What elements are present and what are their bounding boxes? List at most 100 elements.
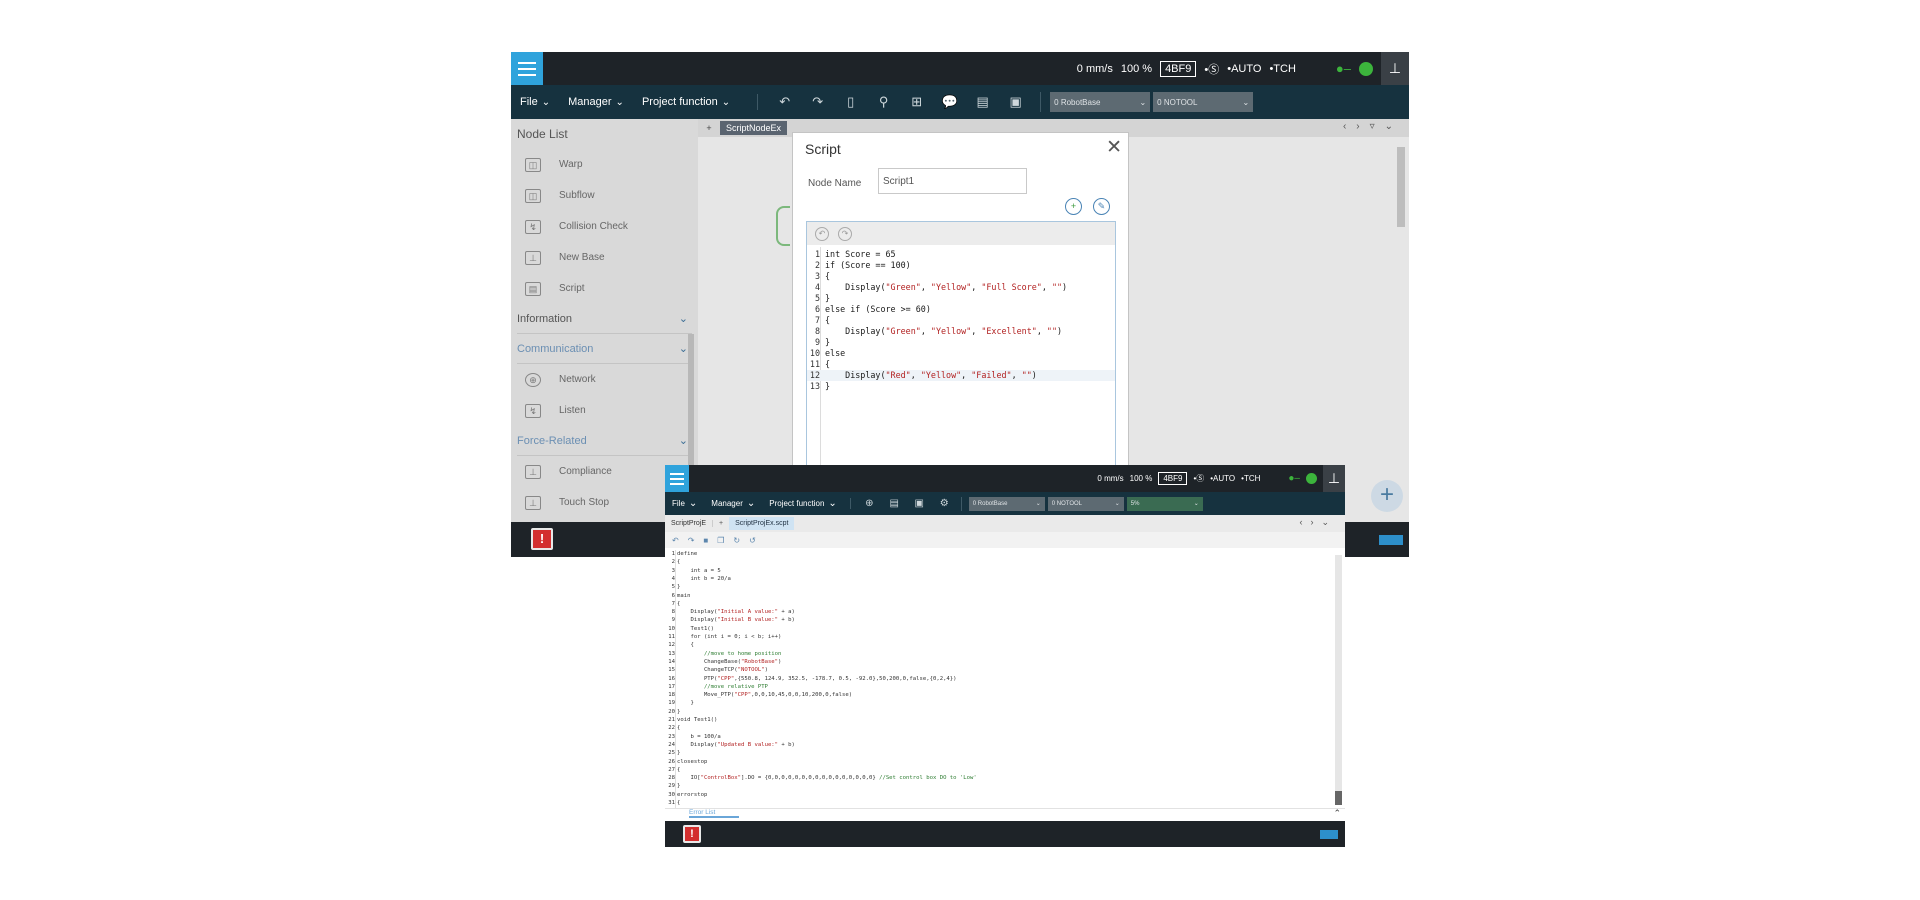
error-list-tab[interactable]: Error List	[689, 809, 739, 818]
outdent-icon[interactable]: ↺	[749, 536, 756, 545]
code-line[interactable]: 7{	[807, 315, 1115, 326]
code-line[interactable]: 13}	[807, 381, 1115, 392]
search-icon[interactable]: ⚲	[867, 94, 900, 110]
manager-menu[interactable]: Manager ⌄	[704, 498, 762, 509]
tab-script-proj-file[interactable]: ScriptProjEx.scpt	[729, 517, 795, 530]
node-item-listen[interactable]: ↯ Listen	[511, 395, 698, 426]
section-force-related[interactable]: Force-Related ⌄	[517, 426, 692, 456]
code-line[interactable]: 24 Display("Updated B value:" + b)	[665, 741, 1331, 749]
eraser-icon[interactable]: ▯	[834, 94, 867, 110]
add-tab-icon[interactable]: +	[698, 123, 720, 133]
code-line[interactable]: 3 int a = 5	[665, 567, 1331, 575]
target-icon[interactable]: ⊕	[857, 498, 882, 509]
speed-dropdown[interactable]: 5% ⌄	[1126, 496, 1203, 511]
code-line[interactable]: 9}	[807, 337, 1115, 348]
hamburger-menu-icon[interactable]	[511, 52, 543, 85]
code-line[interactable]: 10 else	[807, 348, 1115, 359]
insert-function-icon[interactable]: +	[1065, 198, 1082, 215]
variables-icon[interactable]: ▤	[882, 498, 907, 509]
node-item-warp[interactable]: ◫ Warp	[511, 149, 698, 180]
alarm-icon[interactable]: !	[683, 825, 701, 843]
code-line[interactable]: 16 PTP("CPP",{550.8, 124.9, 352.5, -178.…	[665, 675, 1331, 683]
code-line[interactable]: 13 //move to home position	[665, 650, 1331, 658]
code-line[interactable]: 7{	[665, 600, 1331, 608]
save-icon[interactable]: ■	[703, 536, 708, 545]
node-name-input[interactable]: Script1	[878, 168, 1027, 194]
code-line[interactable]: 28 IO["ControlBox"].DO = {0,0,0,0,0,0,0,…	[665, 774, 1331, 782]
project-code-area[interactable]: 1 define 2{3 int a = 54 int b = 20/a 5} 6 mai…	[665, 550, 1331, 808]
robot-base-dropdown[interactable]: 0 RobotBase ⌄	[968, 496, 1045, 511]
code-line[interactable]: 2{	[665, 558, 1331, 566]
code-scrollbar[interactable]	[1335, 555, 1342, 805]
code-line[interactable]: 15 ChangeTCP("NOTOOL")	[665, 666, 1331, 674]
chevron-up-icon[interactable]: ⌃	[1333, 808, 1341, 819]
io-icon[interactable]: ▣	[999, 94, 1032, 110]
settings-icon[interactable]: ⚙	[932, 498, 957, 509]
variables-icon[interactable]: ▤	[966, 94, 999, 110]
keyboard-icon[interactable]	[1379, 535, 1403, 545]
pin-icon[interactable]: ⊥	[1381, 52, 1409, 85]
indent-icon[interactable]: ↻	[733, 536, 740, 545]
flow-node-start[interactable]	[776, 206, 790, 246]
node-item-new-base[interactable]: ⊥ New Base	[511, 242, 698, 273]
copy-icon[interactable]: ❐	[717, 536, 724, 545]
node-item-subflow[interactable]: ◫ Subflow	[511, 180, 698, 211]
canvas-scrollbar[interactable]	[1397, 147, 1405, 227]
code-line[interactable]: 6 else if (Score >= 60)	[807, 304, 1115, 315]
code-line[interactable]: 26 closestop	[665, 758, 1331, 766]
add-node-button[interactable]: +	[1371, 480, 1403, 512]
node-item-network[interactable]: ⊕ Network	[511, 364, 698, 395]
code-line[interactable]: 30 errorstop	[665, 791, 1331, 799]
file-menu[interactable]: File ⌄	[511, 96, 559, 108]
redo-icon[interactable]: ↷	[838, 226, 852, 241]
redo-icon[interactable]: ↷	[801, 94, 834, 110]
code-line[interactable]: 5}	[807, 293, 1115, 304]
code-line[interactable]: 3{	[807, 271, 1115, 282]
robot-base-dropdown[interactable]: 0 RobotBase ⌄	[1050, 92, 1151, 112]
close-icon[interactable]: ✕	[1106, 136, 1122, 159]
project-function-menu[interactable]: Project function ⌄	[633, 96, 739, 108]
tab-script-node-ex[interactable]: ScriptNodeEx	[720, 121, 788, 135]
code-line[interactable]: 27{	[665, 766, 1331, 774]
code-line[interactable]: 6 main	[665, 592, 1331, 600]
code-line[interactable]: 31{	[665, 799, 1331, 807]
code-line[interactable]: 10 Test1()	[665, 625, 1331, 633]
file-menu[interactable]: File ⌄	[665, 498, 704, 509]
code-line[interactable]: 29}	[665, 782, 1331, 790]
section-information[interactable]: Information ⌄	[517, 304, 692, 334]
code-line[interactable]: 5}	[665, 583, 1331, 591]
code-line[interactable]: 9 Display("Initial B value:" + b)	[665, 616, 1331, 624]
code-line[interactable]: 4 int b = 20/a	[665, 575, 1331, 583]
tab-nav-icons[interactable]: ‹›⌄	[1299, 517, 1337, 528]
code-line[interactable]: 8 Display("Initial A value:" + a)	[665, 608, 1331, 616]
code-line[interactable]: 4 Display("Green", "Yellow", "Full Score…	[807, 282, 1115, 293]
undo-icon[interactable]: ↶	[815, 226, 829, 241]
code-line[interactable]: 2 if (Score == 100)	[807, 260, 1115, 271]
edit-icon[interactable]: ✎	[1093, 198, 1110, 215]
code-line[interactable]: 22{	[665, 724, 1331, 732]
redo-icon[interactable]: ↷	[688, 536, 695, 545]
code-line[interactable]: 19 }	[665, 699, 1331, 707]
undo-icon[interactable]: ↶	[768, 94, 801, 110]
code-line[interactable]: 23 b = 100/a	[665, 733, 1331, 741]
manager-menu[interactable]: Manager ⌄	[559, 96, 633, 108]
code-line[interactable]: 14 ChangeBase("RobotBase")	[665, 658, 1331, 666]
code-line[interactable]: 17 //move relative PTP	[665, 683, 1331, 691]
io-icon[interactable]: ▣	[907, 498, 932, 509]
tool-dropdown[interactable]: 0 NOTOOL ⌄	[1153, 92, 1254, 112]
undo-icon[interactable]: ↶	[672, 536, 679, 545]
code-line[interactable]: 1 int Score = 65	[807, 249, 1115, 260]
tool-dropdown[interactable]: 0 NOTOOL ⌄	[1047, 496, 1124, 511]
add-tab-icon[interactable]: +	[713, 520, 729, 527]
node-item-script[interactable]: ▤ Script	[511, 273, 698, 304]
pin-icon[interactable]: ⊥	[1323, 465, 1345, 492]
code-line[interactable]: 18 Move_PTP("CPP",0,0,10,45,0,0,10,200,0…	[665, 691, 1331, 699]
code-line[interactable]: 8 Display("Green", "Yellow", "Excellent"…	[807, 326, 1115, 337]
project-function-menu[interactable]: Project function ⌄	[762, 498, 844, 509]
node-item-collision-check[interactable]: ↯ Collision Check	[511, 211, 698, 242]
code-line[interactable]: 12 {	[665, 641, 1331, 649]
code-line[interactable]: 11 for (int i = 0; i < b; i++)	[665, 633, 1331, 641]
add-node-icon[interactable]: ⊞	[900, 94, 933, 110]
comment-icon[interactable]: 💬	[933, 94, 966, 110]
tab-script-proj[interactable]: ScriptProjE	[665, 520, 714, 527]
